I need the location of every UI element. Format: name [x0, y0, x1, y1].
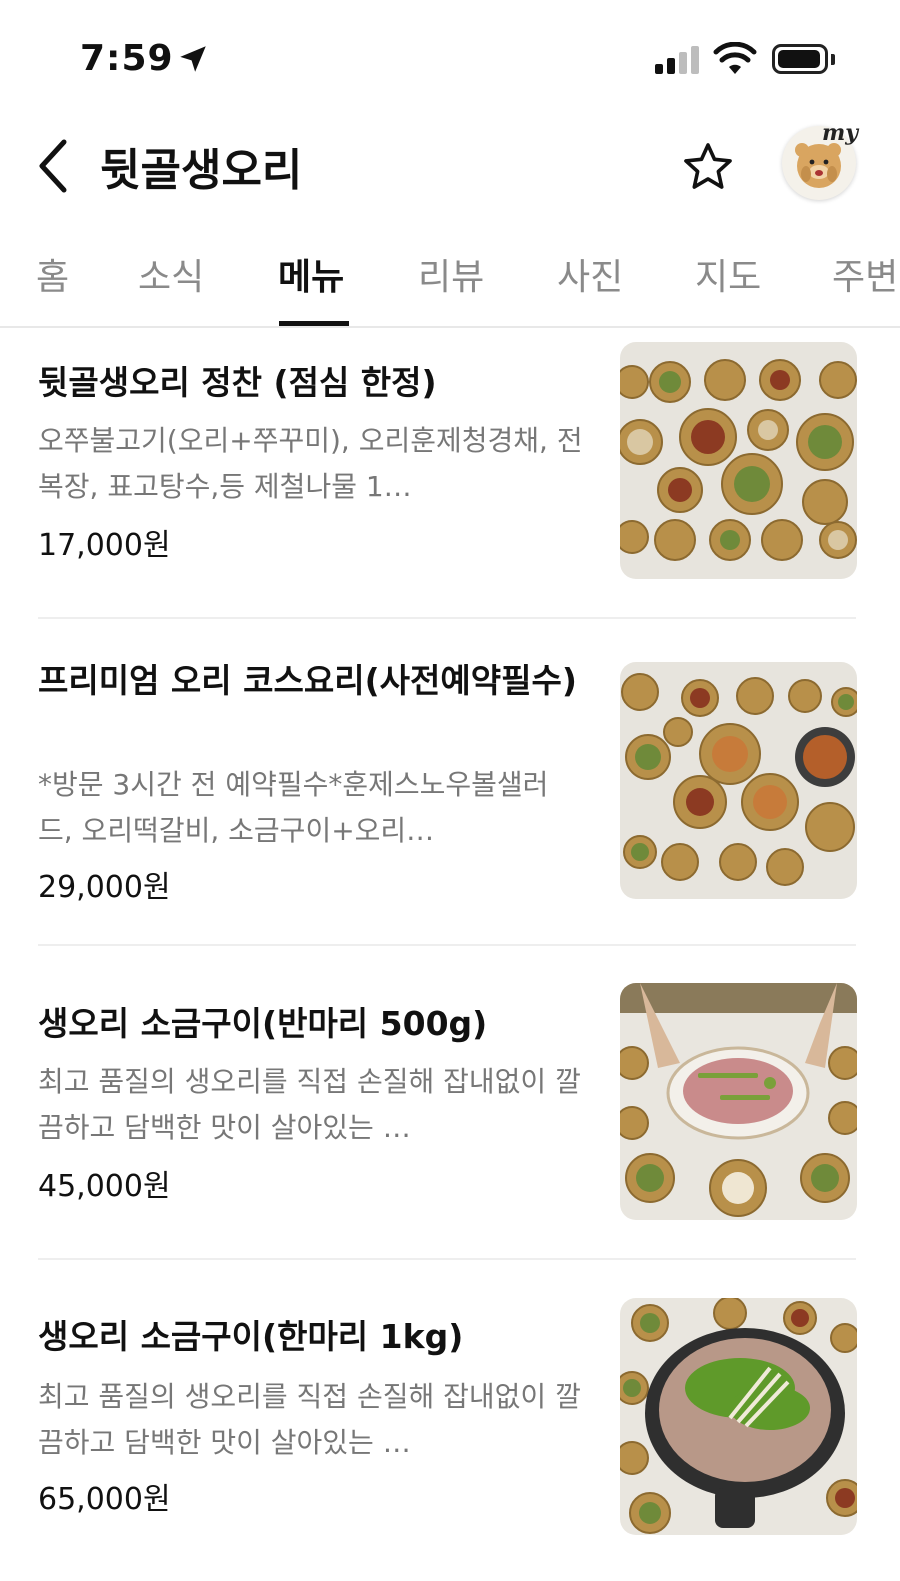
food-photo-half-duck-platter [620, 983, 857, 1220]
tab-photos[interactable]: 사진 [557, 248, 623, 300]
menu-item[interactable]: 생오리 소금구이(한마리 1kg) 최고 품질의 생오리를 직접 손질해 잡내없… [0, 1280, 900, 1581]
food-photo-course-spread [620, 662, 857, 899]
tab-bar: 홈 소식 메뉴 리뷰 사진 지도 주변 [0, 220, 900, 328]
star-outline-icon[interactable] [681, 140, 735, 194]
menu-item-photo[interactable] [620, 1298, 857, 1535]
menu-item-price: 29,000원 [38, 870, 171, 905]
menu-item-description: 최고 품질의 생오리를 직접 손질해 잡내없이 깔끔하고 담백한 맛이 살아있는… [38, 1065, 581, 1144]
menu-item-name: 생오리 소금구이(반마리 500g) [38, 1004, 488, 1043]
menu-item-name: 뒷골생오리 정찬 (점심 한정) [38, 363, 437, 402]
chevron-left-icon[interactable] [36, 138, 70, 194]
tab-home[interactable]: 홈 [36, 248, 69, 300]
menu-item[interactable]: 생오리 소금구이(반마리 500g) 최고 품질의 생오리를 직접 손질해 잡내… [0, 965, 900, 1260]
menu-item[interactable]: 프리미엄 오리 코스요리(사전예약필수) *방문 3시간 전 예약필수*훈제스노… [0, 640, 900, 945]
tab-map[interactable]: 지도 [695, 248, 761, 300]
cellular-signal-icon [655, 44, 701, 74]
tab-menu[interactable]: 메뉴 [278, 248, 344, 300]
menu-item-photo[interactable] [620, 342, 857, 579]
menu-divider [38, 617, 856, 619]
menu-item-price: 45,000원 [38, 1169, 171, 1204]
status-bar: 7:59 [0, 0, 900, 120]
menu-divider [38, 1258, 856, 1260]
menu-item[interactable]: 뒷골생오리 정찬 (점심 한정) 오쭈불고기(오리+쭈꾸미), 오리훈제청경채,… [0, 340, 900, 620]
food-photo-whole-duck-grill [620, 1298, 857, 1535]
wifi-icon [713, 42, 757, 74]
menu-item-price: 17,000원 [38, 528, 171, 563]
tab-reviews[interactable]: 리뷰 [418, 248, 484, 300]
menu-item-name: 생오리 소금구이(한마리 1kg) [38, 1317, 464, 1356]
location-arrow-icon [180, 46, 206, 72]
tab-news[interactable]: 소식 [138, 248, 204, 300]
menu-item-price: 65,000원 [38, 1482, 171, 1517]
menu-item-name: 프리미엄 오리 코스요리(사전예약필수) [38, 661, 577, 700]
food-photo-banchan-spread [620, 342, 857, 579]
avatar-my-label: my [822, 120, 859, 146]
menu-item-photo[interactable] [620, 983, 857, 1220]
page-title: 뒷골생오리 [100, 145, 303, 196]
menu-item-description: 최고 품질의 생오리를 직접 손질해 잡내없이 깔끔하고 담백한 맛이 살아있는… [38, 1380, 581, 1459]
battery-cap [831, 54, 835, 65]
tab-nearby[interactable]: 주변 [832, 248, 898, 300]
status-time: 7:59 [80, 38, 174, 79]
my-avatar-button[interactable]: my [782, 120, 858, 200]
top-app-bar: 뒷골생오리 my [0, 120, 900, 220]
active-tab-indicator [279, 321, 349, 326]
menu-divider [38, 944, 856, 946]
menu-item-photo[interactable] [620, 662, 857, 899]
menu-item-description: 오쭈불고기(오리+쭈꾸미), 오리훈제청경채, 전복장, 표고탕수,등 제철나물… [38, 424, 583, 503]
menu-item-description: *방문 3시간 전 예약필수*훈제스노우볼샐러드, 오리떡갈비, 소금구이+오리… [38, 768, 549, 847]
battery-icon [772, 44, 828, 74]
